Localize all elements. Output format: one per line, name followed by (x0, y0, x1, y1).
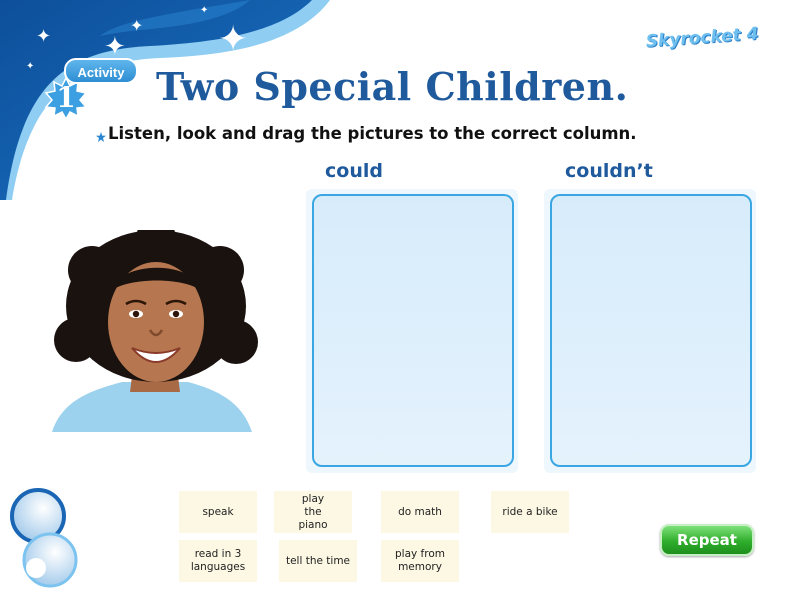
drop-zone-frame (550, 194, 752, 467)
star-bullet-icon (96, 132, 106, 142)
repeat-button[interactable]: Repeat (660, 524, 754, 556)
column-label-could: could (325, 160, 383, 182)
brand-logo: Skyrocket 4 (645, 23, 760, 52)
sparkle-icon: ✦ (130, 16, 144, 35)
page-title: Two Special Children. (156, 64, 629, 109)
sparkle-icon: ✦ (218, 19, 249, 60)
sparkle-icon: ✦ (36, 26, 52, 47)
instruction-text: Listen, look and drag the pictures to th… (108, 124, 637, 143)
word-card-read-in-3-languages[interactable]: read in 3 languages (179, 540, 257, 582)
sparkle-icon: ✦ (104, 32, 126, 62)
drop-zone-couldnt[interactable] (544, 189, 756, 473)
child-photo (52, 230, 258, 432)
sparkle-icon: ✦ (200, 5, 209, 16)
word-card-speak[interactable]: speak (179, 491, 257, 533)
activity-number: 1 (56, 81, 76, 114)
activity-badge: Activity (64, 58, 138, 84)
word-card-play-from-memory[interactable]: play from memory (381, 540, 459, 582)
word-card-play-the-piano[interactable]: play the piano (274, 491, 352, 533)
column-label-couldnt: couldn’t (565, 160, 653, 182)
sparkle-icon: ✦ (26, 61, 35, 72)
drop-zone-frame (312, 194, 514, 467)
drop-zone-could[interactable] (306, 189, 518, 473)
word-card-do-math[interactable]: do math (381, 491, 459, 533)
word-card-tell-the-time[interactable]: tell the time (279, 540, 357, 582)
circle-decoration (10, 488, 78, 588)
word-card-ride-a-bike[interactable]: ride a bike (491, 491, 569, 533)
